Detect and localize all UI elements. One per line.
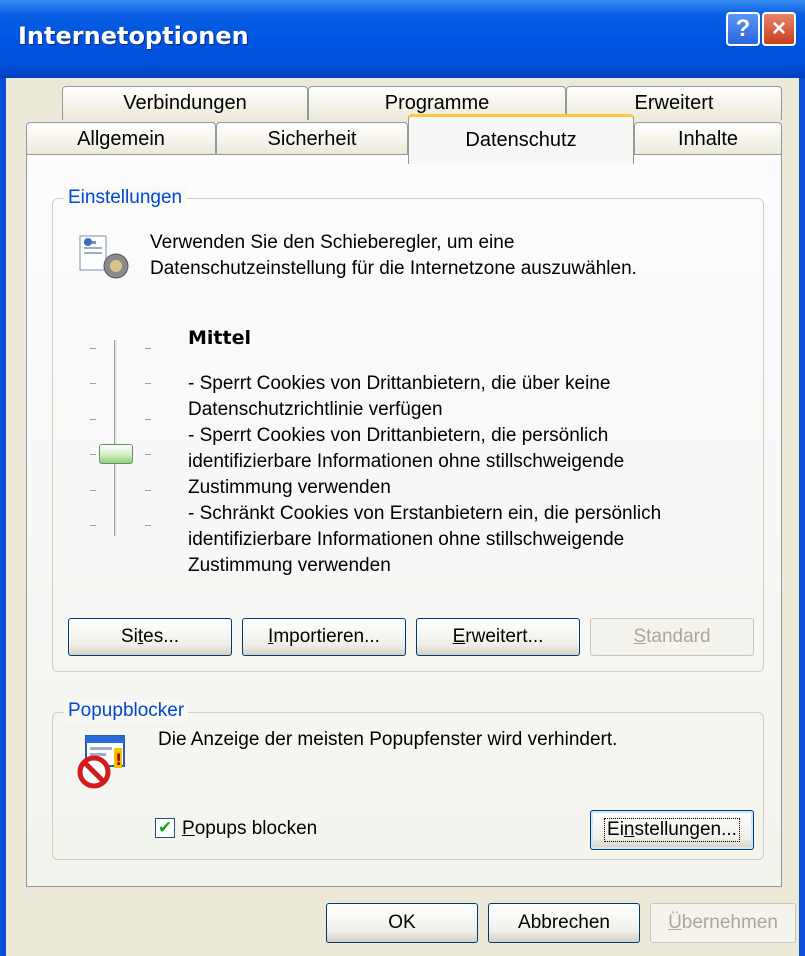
checkmark-icon: ✔ [157,818,173,837]
slider-tick [145,490,151,491]
popup-settings-button[interactable]: Einstellungen... [590,810,754,850]
button-label: Übernehmen [668,912,778,933]
svg-text:!: ! [115,750,122,769]
description-line: identifizierbare Informationen ohne stil… [188,529,625,550]
slider-tick [145,525,151,526]
slider-track[interactable] [114,340,118,536]
slider-tick [145,348,151,349]
tab-label: Allgemein [77,128,165,150]
description-line: - Schränkt Cookies von Erstanbietern ein… [188,503,662,524]
tab-allgemein[interactable]: Allgemein [26,122,216,156]
tab-label: Programme [384,92,490,114]
description-line: - Sperrt Cookies von Drittanbietern, die… [188,425,609,446]
tab-label: Verbindungen [123,92,247,114]
internet-options-dialog: Internetoptionen ? × Verbindungen Progra… [0,0,805,956]
settings-intro-line2: Datenschutzeinstellung für die Internetz… [150,258,637,279]
description-line: Zustimmung verwenden [188,555,391,576]
default-button[interactable]: Standard [590,618,754,656]
button-label: OK [388,912,416,933]
block-popups-label[interactable]: Popups blocken [182,817,317,841]
tab-datenschutz[interactable]: Datenschutz [408,114,634,164]
tab-inhalte[interactable]: Inhalte [634,122,782,156]
slider-tick [90,419,96,420]
popup-blocker-group-label: Popupblocker [64,700,189,722]
slider-tick [145,383,151,384]
sites-button[interactable]: Sites... [68,618,232,656]
slider-tick [90,383,96,384]
window-title: Internetoptionen [18,22,249,50]
button-label: Einstellungen... [604,818,740,842]
title-bar[interactable]: Internetoptionen ? × [0,0,805,78]
button-label: Abbrechen [518,912,610,933]
popup-blocker-description: Die Anzeige der meisten Popupfenster wir… [158,729,618,750]
tab-sicherheit[interactable]: Sicherheit [216,122,408,156]
close-icon: × [771,15,786,42]
description-line: Zustimmung verwenden [188,477,391,498]
button-label: Standard [633,626,711,647]
window-border-left [0,78,6,956]
help-button[interactable]: ? [726,12,760,46]
button-label: Importieren... [268,626,380,647]
tab-label: Inhalte [677,128,739,150]
tab-verbindungen[interactable]: Verbindungen [62,86,308,120]
ok-button[interactable]: OK [326,903,478,943]
tab-label: Datenschutz [465,129,577,151]
help-icon: ? [735,15,751,42]
tab-label: Erweitert [634,92,714,114]
popup-blocker-icon: ! [76,734,130,790]
description-line: - Sperrt Cookies von Drittanbietern, die… [188,373,611,394]
settings-group-label: Einstellungen [64,187,187,209]
tab-label: Sicherheit [267,128,357,150]
slider-tick [90,490,96,491]
advanced-button[interactable]: Erweitert... [416,618,580,656]
apply-button[interactable]: Übernehmen [650,903,796,943]
cancel-button[interactable]: Abbrechen [488,903,640,943]
privacy-settings-icon [76,232,136,280]
block-popups-checkbox[interactable]: ✔ [155,818,175,838]
slider-tick [90,348,96,349]
button-label: Sites... [120,626,180,647]
description-line: Datenschutzrichtlinie verfügen [188,399,443,420]
slider-tick [90,525,96,526]
privacy-level-name: Mittel [188,327,251,349]
slider-tick [145,419,151,420]
button-label: Erweitert... [452,626,544,647]
settings-intro-line1: Verwenden Sie den Schieberegler, um eine [150,232,515,253]
close-button[interactable]: × [762,12,796,46]
slider-thumb[interactable] [99,444,133,464]
import-button[interactable]: Importieren... [242,618,406,656]
window-border-right [799,78,805,956]
slider-tick [90,454,96,455]
description-line: identifizierbare Informationen ohne stil… [188,451,625,472]
slider-tick [145,454,151,455]
